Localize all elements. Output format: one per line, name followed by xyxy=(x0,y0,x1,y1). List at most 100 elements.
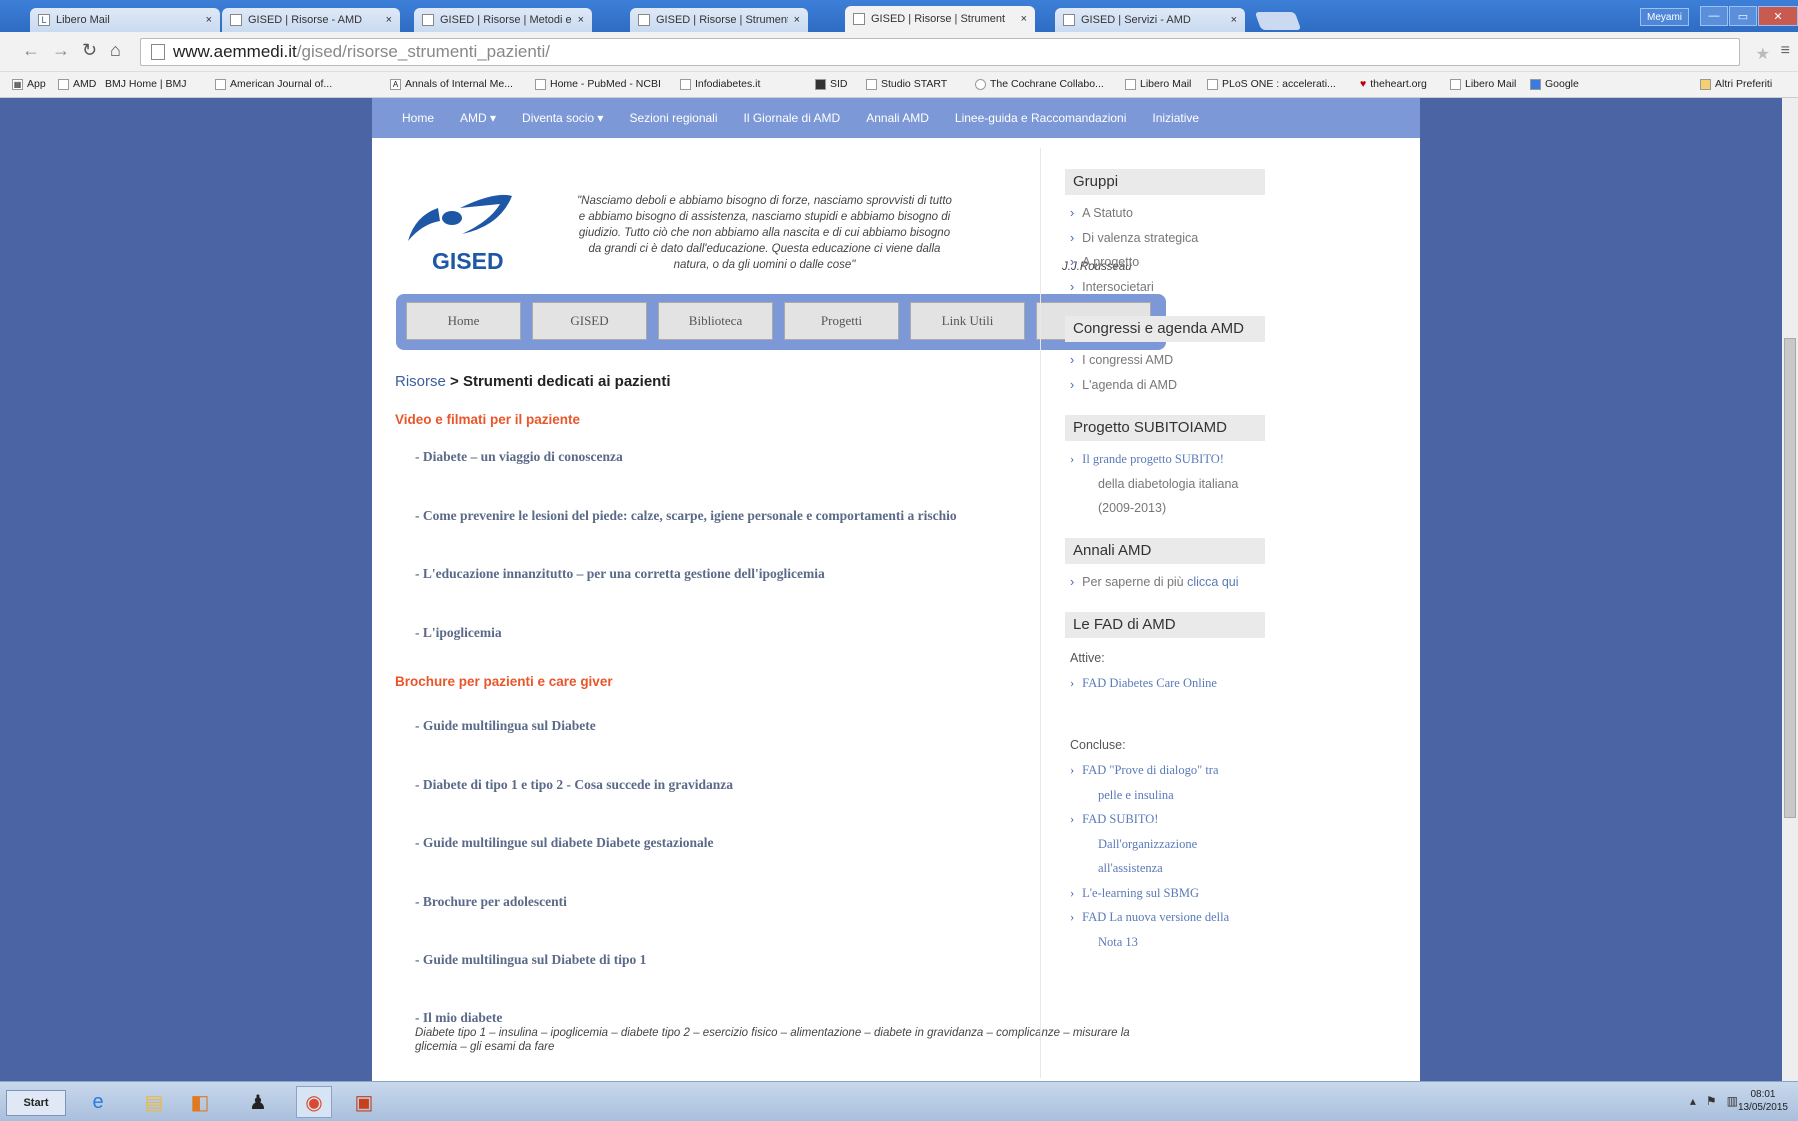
close-tab-icon[interactable]: × xyxy=(578,14,584,26)
link-brochure-adolescenti[interactable]: - Brochure per adolescenti xyxy=(415,894,567,910)
link-ipoglicemia[interactable]: - L'ipoglicemia xyxy=(415,625,502,641)
bookmark-infodiabetes[interactable]: Infodiabetes.it xyxy=(680,78,760,90)
sidebar-item-a-progetto[interactable]: › A progetto xyxy=(1070,255,1139,269)
bookmark-libero-mail[interactable]: Libero Mail xyxy=(1125,78,1191,90)
close-tab-icon[interactable]: × xyxy=(794,14,800,26)
fad-subito-line3[interactable]: all'assistenza xyxy=(1098,861,1163,876)
sidebar-item-fad-diabetes-care[interactable]: › FAD Diabetes Care Online xyxy=(1070,676,1217,691)
close-tab-icon[interactable]: × xyxy=(1021,13,1027,25)
tab-gised-servizi[interactable]: GISED | Servizi - AMD × xyxy=(1055,8,1245,32)
app-figure-icon[interactable]: ♟ xyxy=(240,1086,276,1118)
profile-button[interactable]: Meyami xyxy=(1640,8,1690,26)
link-diabete-gestazionale[interactable]: - Guide multilingue sul diabete Diabete … xyxy=(415,835,714,851)
tab-gised-strumenti-1[interactable]: GISED | Risorse | Strument × xyxy=(630,8,808,32)
new-tab-button[interactable] xyxy=(1254,12,1302,30)
fad-nota-13-line2[interactable]: Nota 13 xyxy=(1098,935,1138,950)
topnav-home[interactable]: Home xyxy=(402,111,434,125)
link-educazione-ipoglicemia[interactable]: - L'educazione innanzitutto – per una co… xyxy=(415,566,825,582)
vertical-scrollbar[interactable] xyxy=(1782,98,1798,1081)
link-gravidanza[interactable]: - Diabete di tipo 1 e tipo 2 - Cosa succ… xyxy=(415,777,733,793)
topnav-giornale[interactable]: Il Giornale di AMD xyxy=(744,111,841,125)
forward-icon[interactable]: → xyxy=(52,40,70,61)
tab-gised-strumenti-active[interactable]: GISED | Risorse | Strument × xyxy=(845,6,1035,32)
sidebar-item-fad-subito[interactable]: › FAD SUBITO! xyxy=(1070,812,1158,827)
gised-logo[interactable] xyxy=(400,186,520,296)
minimize-button[interactable]: — xyxy=(1700,6,1728,26)
maximize-button[interactable]: ▭ xyxy=(1729,6,1757,26)
address-bar[interactable]: www.aemmedi.it/gised/risorse_strumenti_p… xyxy=(140,38,1740,66)
bookmark-cochrane[interactable]: The Cochrane Collabo... xyxy=(975,78,1104,90)
menu-biblioteca-button[interactable]: Biblioteca xyxy=(658,302,773,340)
chevron-right-icon: › xyxy=(1070,910,1075,924)
page-icon xyxy=(151,44,165,60)
sidebar-item-subito[interactable]: › Il grande progetto SUBITO! xyxy=(1070,452,1224,467)
bookmark-ajo[interactable]: American Journal of... xyxy=(215,78,332,90)
menu-progetti-button[interactable]: Progetti xyxy=(784,302,899,340)
bookmark-plos[interactable]: PLoS ONE : accelerati... xyxy=(1207,78,1336,90)
link-diabete-viaggio[interactable]: - Diabete – un viaggio di conoscenza xyxy=(415,449,623,465)
network-icon[interactable]: ▥ xyxy=(1727,1094,1738,1108)
sidebar-item-congressi-amd[interactable]: › I congressi AMD xyxy=(1070,353,1173,367)
fad-concluse-label: Concluse: xyxy=(1070,738,1126,752)
tray-arrow-icon[interactable]: ▴ xyxy=(1690,1094,1696,1108)
topnav-linee-guida[interactable]: Linee-guida e Raccomandazioni xyxy=(955,111,1126,125)
internet-explorer-icon[interactable]: e xyxy=(80,1086,116,1118)
bookmark-altri-preferiti[interactable]: Altri Preferiti xyxy=(1700,78,1772,90)
reload-icon[interactable]: ↻ xyxy=(82,40,97,61)
flag-icon[interactable]: ⚑ xyxy=(1706,1094,1717,1108)
clicca-qui-link[interactable]: clicca qui xyxy=(1187,575,1238,589)
link-lesioni-piede[interactable]: - Come prevenire le lesioni del piede: c… xyxy=(415,508,957,524)
start-button[interactable]: Start xyxy=(6,1090,66,1116)
link-diabete-tipo-1[interactable]: - Guide multilingua sul Diabete di tipo … xyxy=(415,952,646,968)
chrome-icon[interactable]: ◉ xyxy=(296,1086,332,1118)
fad-prove-dialogo-line2[interactable]: pelle e insulina xyxy=(1098,788,1174,803)
sidebar-item-agenda-amd[interactable]: › L'agenda di AMD xyxy=(1070,378,1177,392)
menu-gised-button[interactable]: GISED xyxy=(532,302,647,340)
bookmark-sid[interactable]: SID xyxy=(815,78,848,90)
menu-home-button[interactable]: Home xyxy=(406,302,521,340)
bookmark-star-icon[interactable]: ★ xyxy=(1756,44,1770,64)
sidebar-item-fad-prove-dialogo[interactable]: › FAD "Prove di dialogo" tra xyxy=(1070,763,1219,778)
topnav-iniziative[interactable]: Iniziative xyxy=(1152,111,1199,125)
powerpoint-icon[interactable]: ▣ xyxy=(346,1086,382,1118)
close-window-button[interactable]: ✕ xyxy=(1758,6,1798,26)
topnav-amd[interactable]: AMD ▾ xyxy=(460,111,496,125)
bookmark-google[interactable]: Google xyxy=(1530,78,1579,90)
sidebar-item-valenza-strategica[interactable]: › Di valenza strategica xyxy=(1070,231,1198,245)
menu-link-utili-button[interactable]: Link Utili xyxy=(910,302,1025,340)
close-tab-icon[interactable]: × xyxy=(386,14,392,26)
close-tab-icon[interactable]: × xyxy=(206,14,212,26)
scrollbar-thumb[interactable] xyxy=(1784,338,1796,818)
fad-subito-line2[interactable]: Dall'organizzazione xyxy=(1098,837,1197,852)
clock[interactable]: 08:01 13/05/2015 xyxy=(1738,1088,1788,1114)
bookmark-annals[interactable]: A Annals of Internal Me... xyxy=(390,78,513,90)
back-icon[interactable]: ← xyxy=(22,40,40,61)
bookmark-amd[interactable]: AMD xyxy=(58,78,96,90)
topnav-diventa-socio[interactable]: Diventa socio ▾ xyxy=(522,111,603,125)
annals-icon: A xyxy=(390,78,401,90)
section-title-brochure: Brochure per pazienti e care giver xyxy=(395,674,613,689)
tab-gised-risorse[interactable]: GISED | Risorse - AMD × xyxy=(222,8,400,32)
bookmark-pubmed[interactable]: Home - PubMed - NCBI xyxy=(535,78,661,90)
bookmark-bmj[interactable]: BMJ Home | BMJ xyxy=(105,78,187,90)
tab-libero-mail[interactable]: L Libero Mail × xyxy=(30,8,220,32)
sidebar-item-fad-nota-13[interactable]: › FAD La nuova versione della xyxy=(1070,910,1229,925)
link-guide-multilingua[interactable]: - Guide multilingua sul Diabete xyxy=(415,718,596,734)
breadcrumb-risorse-link[interactable]: Risorse xyxy=(395,373,446,390)
home-icon[interactable]: ⌂ xyxy=(110,40,121,61)
file-explorer-icon[interactable]: ▤ xyxy=(136,1086,172,1118)
tab-gised-metodi[interactable]: GISED | Risorse | Metodi e × xyxy=(414,8,592,32)
bookmark-studio-start[interactable]: Studio START xyxy=(866,78,947,90)
link-il-mio-diabete[interactable]: - Il mio diabete xyxy=(415,1010,502,1026)
outlook-icon[interactable]: ◧ xyxy=(182,1086,218,1118)
sidebar-item-a-statuto[interactable]: › A Statuto xyxy=(1070,206,1133,220)
sidebar-item-elearning-sbmg[interactable]: › L'e-learning sul SBMG xyxy=(1070,886,1199,901)
bookmark-theheart[interactable]: ♥ theheart.org xyxy=(1360,78,1427,90)
bookmark-app[interactable]: ▦ App xyxy=(12,78,46,90)
sidebar-item-intersocietari[interactable]: › Intersocietari xyxy=(1070,280,1154,294)
bookmark-libero-mail-2[interactable]: Libero Mail xyxy=(1450,78,1516,90)
menu-icon[interactable]: ≡ xyxy=(1781,42,1790,60)
close-tab-icon[interactable]: × xyxy=(1231,14,1237,26)
topnav-sezioni-regionali[interactable]: Sezioni regionali xyxy=(629,111,717,125)
topnav-annali[interactable]: Annali AMD xyxy=(866,111,929,125)
